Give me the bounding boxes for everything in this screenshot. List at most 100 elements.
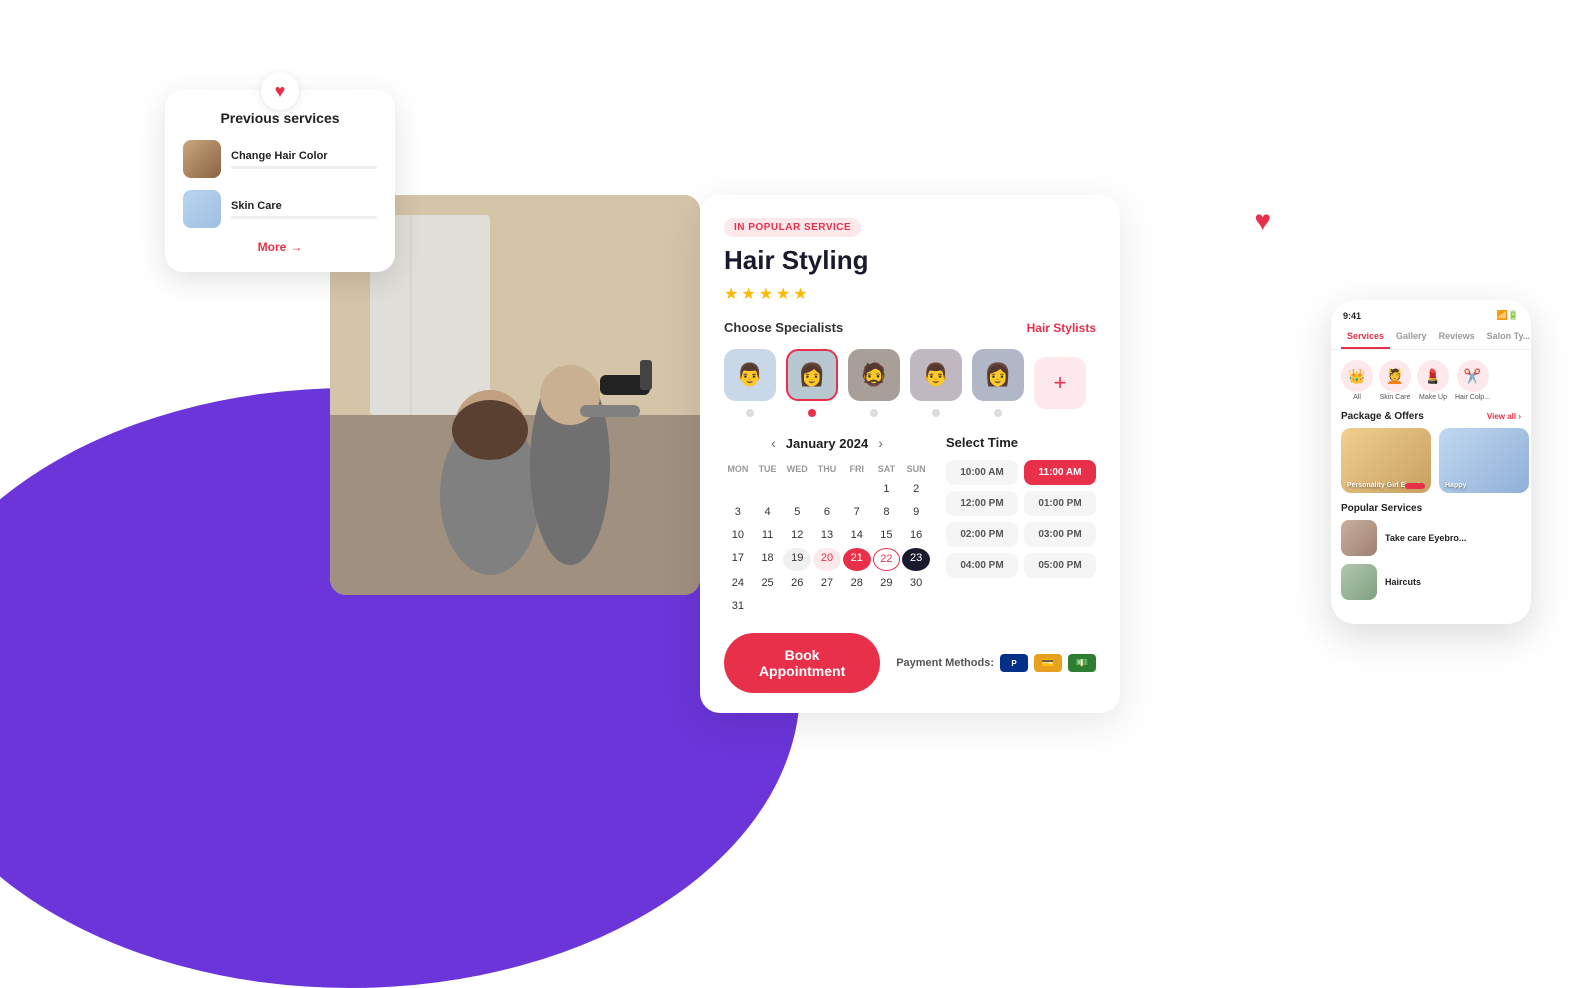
phone-cat-skincare[interactable]: 💆 Skin Care bbox=[1379, 360, 1411, 401]
cal-time-row: ‹ January 2024 › MON TUE WED THU FRI SAT… bbox=[724, 435, 1096, 617]
service-name-hair: Change Hair Color bbox=[231, 150, 377, 162]
phone-package-1[interactable]: Personality Girl Event bbox=[1341, 428, 1431, 493]
cal-day-28[interactable]: 28 bbox=[843, 573, 871, 594]
cal-day-12[interactable]: 12 bbox=[783, 525, 811, 546]
phone-cat-haircolor[interactable]: ✂️ Hair Colp... bbox=[1455, 360, 1490, 401]
phone-popular-title: Popular Services bbox=[1341, 503, 1422, 514]
cal-day-6[interactable]: 6 bbox=[813, 502, 841, 523]
cal-day-3[interactable]: 3 bbox=[724, 502, 752, 523]
cal-day-27[interactable]: 27 bbox=[813, 573, 841, 594]
calendar-next-button[interactable]: › bbox=[878, 435, 883, 451]
favorite-heart-icon[interactable]: ♥ bbox=[1254, 205, 1271, 237]
time-section-title: Select Time bbox=[946, 435, 1096, 450]
cal-day-empty-1 bbox=[724, 479, 752, 500]
specialist-avatar-4[interactable]: 👨 bbox=[910, 349, 962, 401]
time-slot-1100[interactable]: 11:00 AM bbox=[1024, 460, 1096, 485]
phone-tab-services[interactable]: Services bbox=[1341, 327, 1390, 349]
cal-day-22[interactable]: 22 bbox=[873, 548, 901, 571]
phone-service-thumb-eyebrow bbox=[1341, 520, 1377, 556]
time-slot-0400[interactable]: 04:00 PM bbox=[946, 553, 1018, 578]
service-bar-hair bbox=[231, 166, 377, 169]
skincare-icon: 💆 bbox=[1379, 360, 1411, 392]
cal-day-31[interactable]: 31 bbox=[724, 596, 752, 617]
phone-cat-label-all: All bbox=[1353, 394, 1361, 401]
specialist-avatar-5[interactable]: 👩 bbox=[972, 349, 1024, 401]
cal-day-15[interactable]: 15 bbox=[873, 525, 901, 546]
cal-day-16[interactable]: 16 bbox=[902, 525, 930, 546]
specialist-avatar-2[interactable]: 👩 bbox=[786, 349, 838, 401]
cal-header-wed: WED bbox=[783, 461, 811, 477]
phone-service-eyebrow[interactable]: Take care Eyebro... bbox=[1341, 520, 1521, 556]
service-thumb-skin bbox=[183, 190, 221, 228]
paypal-icon: P bbox=[1000, 654, 1028, 672]
phone-popular-services: Take care Eyebro... Haircuts bbox=[1331, 520, 1531, 600]
phone-tabs: Services Gallery Reviews Salon Ty... bbox=[1331, 327, 1531, 350]
calendar-prev-button[interactable]: ‹ bbox=[771, 435, 776, 451]
cal-day-7[interactable]: 7 bbox=[843, 502, 871, 523]
cal-day-5[interactable]: 5 bbox=[783, 502, 811, 523]
cal-day-empty-2 bbox=[754, 479, 782, 500]
time-section: Select Time 10:00 AM 11:00 AM 12:00 PM 0… bbox=[946, 435, 1096, 617]
cal-day-21[interactable]: 21 bbox=[843, 548, 871, 571]
cal-day-26[interactable]: 26 bbox=[783, 573, 811, 594]
phone-cat-label-haircolor: Hair Colp... bbox=[1455, 394, 1490, 401]
time-slot-1200[interactable]: 12:00 PM bbox=[946, 491, 1018, 516]
calendar-grid: MON TUE WED THU FRI SAT SUN 1 2 3 4 5 6 bbox=[724, 461, 930, 617]
cal-day-4[interactable]: 4 bbox=[754, 502, 782, 523]
haircolor-icon: ✂️ bbox=[1457, 360, 1489, 392]
payment-label: Payment Methods: bbox=[896, 657, 994, 669]
phone-mockup: 9:41 📶🔋 Services Gallery Reviews Salon T… bbox=[1331, 300, 1531, 624]
phone-package-2[interactable]: Happy bbox=[1439, 428, 1529, 493]
phone-status-bar: 9:41 📶🔋 bbox=[1331, 310, 1531, 327]
cal-day-30[interactable]: 30 bbox=[902, 573, 930, 594]
phone-tab-gallery[interactable]: Gallery bbox=[1390, 327, 1433, 349]
cal-day-24[interactable]: 24 bbox=[724, 573, 752, 594]
cal-day-8[interactable]: 8 bbox=[873, 502, 901, 523]
prev-services-title: Previous services bbox=[183, 110, 377, 126]
phone-service-name-haircut: Haircuts bbox=[1385, 577, 1421, 587]
phone-service-thumb-haircut bbox=[1341, 564, 1377, 600]
phone-time: 9:41 bbox=[1343, 311, 1361, 321]
time-slot-0100[interactable]: 01:00 PM bbox=[1024, 491, 1096, 516]
specialist-avatar-3[interactable]: 🧔 bbox=[848, 349, 900, 401]
time-slot-0300[interactable]: 03:00 PM bbox=[1024, 522, 1096, 547]
service-item-skin: Skin Care bbox=[183, 190, 377, 228]
hair-stylists-link[interactable]: Hair Stylists bbox=[1027, 321, 1096, 335]
cal-day-9[interactable]: 9 bbox=[902, 502, 930, 523]
phone-service-haircut[interactable]: Haircuts bbox=[1341, 564, 1521, 600]
heart-icon: ♥ bbox=[261, 72, 299, 110]
cal-day-25[interactable]: 25 bbox=[754, 573, 782, 594]
cal-day-19[interactable]: 19 bbox=[783, 548, 811, 571]
phone-tab-salon[interactable]: Salon Ty... bbox=[1481, 327, 1531, 349]
cash-icon: 💵 bbox=[1068, 654, 1096, 672]
phone-view-all-link[interactable]: View all › bbox=[1487, 412, 1521, 421]
time-slot-0500[interactable]: 05:00 PM bbox=[1024, 553, 1096, 578]
cal-day-2[interactable]: 2 bbox=[902, 479, 930, 500]
specialists-list: 👨 👩 🧔 👨 👩 + bbox=[724, 349, 1096, 417]
specialist-dot-3 bbox=[870, 409, 878, 417]
phone-packages: Personality Girl Event Happy bbox=[1331, 428, 1531, 493]
time-slot-0200[interactable]: 02:00 PM bbox=[946, 522, 1018, 547]
phone-cat-all[interactable]: 👑 All bbox=[1341, 360, 1373, 401]
cal-day-11[interactable]: 11 bbox=[754, 525, 782, 546]
book-appointment-button[interactable]: Book Appointment bbox=[724, 633, 880, 693]
cal-day-18[interactable]: 18 bbox=[754, 548, 782, 571]
phone-cat-makeup[interactable]: 💄 Make Up bbox=[1417, 360, 1449, 401]
cal-day-29[interactable]: 29 bbox=[873, 573, 901, 594]
time-grid: 10:00 AM 11:00 AM 12:00 PM 01:00 PM 02:0… bbox=[946, 460, 1096, 578]
cal-day-20[interactable]: 20 bbox=[813, 548, 841, 571]
cal-day-13[interactable]: 13 bbox=[813, 525, 841, 546]
calendar-month: January 2024 bbox=[786, 436, 868, 451]
more-link[interactable]: More → bbox=[183, 240, 377, 254]
cal-day-14[interactable]: 14 bbox=[843, 525, 871, 546]
specialist-dot-5 bbox=[994, 409, 1002, 417]
time-slot-1000[interactable]: 10:00 AM bbox=[946, 460, 1018, 485]
cal-day-1[interactable]: 1 bbox=[873, 479, 901, 500]
cal-day-17[interactable]: 17 bbox=[724, 548, 752, 571]
phone-tab-reviews[interactable]: Reviews bbox=[1433, 327, 1481, 349]
card-icon: 💳 bbox=[1034, 654, 1062, 672]
add-specialist-button[interactable]: + bbox=[1034, 357, 1086, 409]
cal-day-23[interactable]: 23 bbox=[902, 548, 930, 571]
specialist-avatar-1[interactable]: 👨 bbox=[724, 349, 776, 401]
cal-day-10[interactable]: 10 bbox=[724, 525, 752, 546]
